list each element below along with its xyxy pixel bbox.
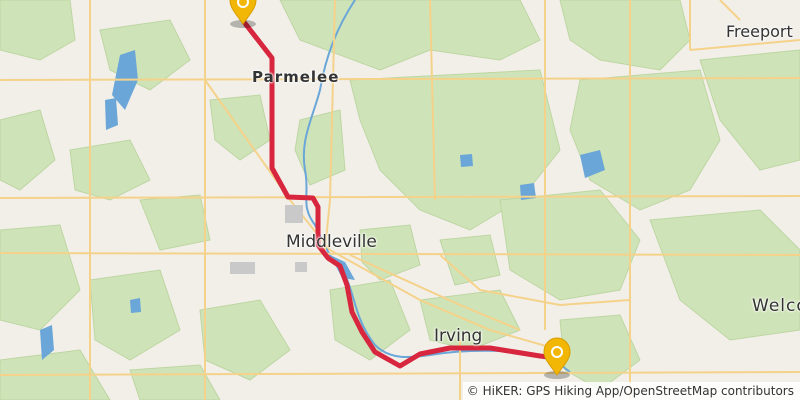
town-label-irving: Irving: [434, 326, 483, 346]
town-label-middleville: Middleville: [286, 232, 377, 252]
town-label-freeport: Freeport: [726, 22, 793, 41]
town-label-parmelee: Parmelee: [252, 68, 340, 86]
map-canvas: [0, 0, 800, 400]
map-attribution: © HiKER: GPS Hiking App/OpenStreetMap co…: [462, 382, 800, 400]
end-marker[interactable]: [543, 337, 571, 379]
map-view[interactable]: Parmelee Middleville Irving Freeport Wel…: [0, 0, 800, 400]
town-label-welcome: Welco: [752, 296, 800, 316]
